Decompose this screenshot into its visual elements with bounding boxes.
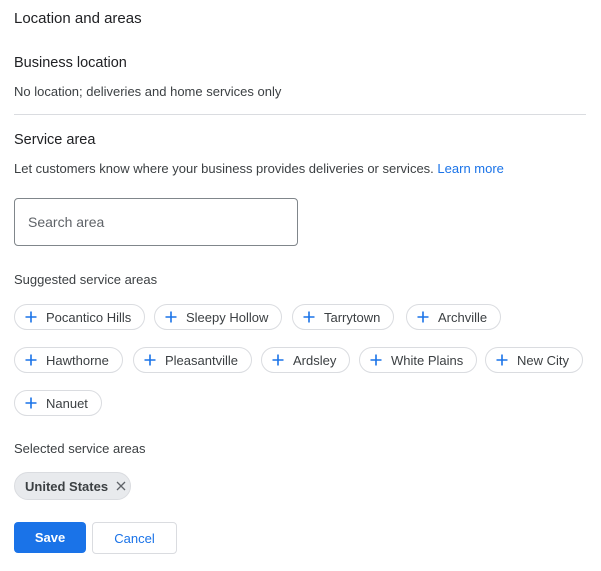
plus-icon (165, 311, 177, 323)
suggested-area-label: Tarrytown (324, 309, 381, 325)
close-icon[interactable] (116, 481, 126, 491)
suggested-area-label: New City (517, 352, 570, 368)
cancel-button[interactable]: Cancel (92, 522, 177, 554)
search-area-field[interactable] (14, 198, 298, 246)
plus-icon (25, 354, 37, 366)
suggested-area-chip[interactable]: Pleasantville (133, 347, 252, 373)
divider (14, 114, 586, 115)
plus-icon (25, 311, 37, 323)
service-area-description-row: Let customers know where your business p… (14, 161, 504, 176)
suggested-area-label: Sleepy Hollow (186, 309, 269, 325)
suggested-area-chip[interactable]: White Plains (359, 347, 478, 373)
suggested-area-label: Ardsley (293, 352, 337, 368)
suggested-area-chip[interactable]: Tarrytown (292, 304, 395, 330)
suggested-areas-label: Suggested service areas (14, 272, 158, 287)
service-area-title: Service area (14, 132, 96, 148)
suggested-area-label: Pocantico Hills (46, 309, 132, 325)
service-area-description: Let customers know where your business p… (14, 161, 434, 176)
plus-icon (272, 354, 284, 366)
plus-icon (25, 397, 37, 409)
suggested-area-chip[interactable]: Hawthorne (14, 347, 123, 373)
plus-icon (370, 354, 382, 366)
selected-areas-label: Selected service areas (14, 441, 146, 456)
suggested-area-label: Nanuet (46, 395, 88, 411)
plus-icon (417, 311, 429, 323)
business-location-value: No location; deliveries and home service… (14, 84, 282, 99)
plus-icon (144, 354, 156, 366)
suggested-area-chip[interactable]: Pocantico Hills (14, 304, 146, 330)
suggested-area-label: Hawthorne (46, 352, 109, 368)
learn-more-link[interactable]: Learn more (437, 161, 503, 176)
selected-area-label: United States (25, 478, 109, 494)
search-area-input[interactable] (15, 199, 297, 245)
suggested-area-label: Archville (438, 309, 488, 325)
suggested-area-chip[interactable]: New City (485, 347, 584, 373)
save-button[interactable]: Save (14, 522, 86, 553)
suggested-area-label: Pleasantville (165, 352, 238, 368)
selected-area-chip: United States (14, 472, 131, 500)
suggested-area-chip[interactable]: Ardsley (261, 347, 351, 373)
plus-icon (496, 354, 508, 366)
suggested-area-chip[interactable]: Sleepy Hollow (154, 304, 283, 330)
suggested-area-chip[interactable]: Nanuet (14, 390, 102, 416)
business-location-title: Business location (14, 55, 127, 71)
suggested-area-label: White Plains (391, 352, 464, 368)
suggested-area-chip[interactable]: Archville (406, 304, 502, 330)
section-title: Location and areas (14, 10, 142, 27)
plus-icon (303, 311, 315, 323)
